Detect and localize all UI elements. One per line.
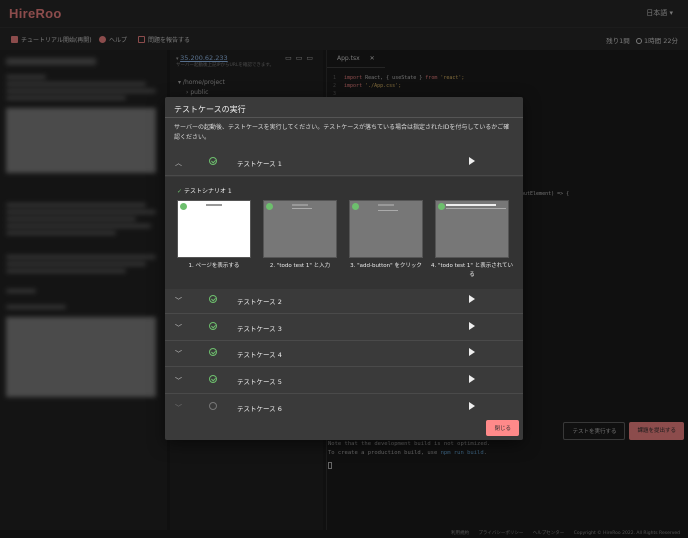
scenario-title-text: テストシナリオ 1 [183,188,232,195]
play-icon[interactable] [469,295,475,303]
test-run-modal: テストケースの実行 サーバーの起動後、テストケースを実行してください。テストケー… [165,97,523,440]
step-caption: 4. "todo test 1" と表示されている [430,263,514,278]
test-case-row[interactable]: ﹀ テストケース 2 [165,287,523,314]
test-case-label: テストケース 4 [237,351,282,359]
screenshot-content [378,204,394,206]
step-caption: 2. "todo test 1" と入力 [269,263,331,269]
step-caption: 3. "add-button" をクリック [350,263,422,269]
test-case-label: テストケース 1 [237,160,282,168]
check-circle-icon [438,203,445,210]
pending-circle-icon [209,402,217,410]
test-case-row[interactable]: ︿ テストケース 1 [165,149,523,176]
screenshot-content [446,208,506,209]
check-circle-icon [209,348,217,356]
step-screenshot[interactable] [435,200,509,258]
test-case-row[interactable]: ﹀ テストケース 5 [165,367,523,394]
chevron-down-icon[interactable]: ﹀ [175,349,182,359]
check-circle-icon [266,203,273,210]
check-icon: ✓ [177,188,184,195]
step-screenshot[interactable] [349,200,423,258]
chevron-down-icon[interactable]: ﹀ [175,296,182,306]
test-case-row[interactable]: ﹀ テストケース 6 [165,394,523,421]
step-screenshot[interactable] [263,200,337,258]
test-case-row[interactable]: ﹀ テストケース 3 [165,314,523,341]
chevron-up-icon[interactable]: ︿ [175,158,182,168]
check-circle-icon [209,322,217,330]
test-case-label: テストケース 6 [237,405,282,413]
chevron-down-icon[interactable]: ﹀ [175,323,182,333]
check-circle-icon [209,157,217,165]
step-caption: 1. ページを表示する [188,263,240,269]
screenshot-content [292,204,308,206]
modal-title: テストケースの実行 [174,105,246,114]
test-case-row[interactable]: ﹀ テストケース 4 [165,340,523,367]
play-icon[interactable] [469,157,475,165]
modal-description: サーバーの起動後、テストケースを実行してください。テストケースが落ちている場合は… [174,124,510,141]
screenshot-content [206,204,222,206]
step-screenshot[interactable] [177,200,251,258]
chevron-down-icon: ﹀ [175,404,182,412]
check-circle-icon [209,295,217,303]
play-icon[interactable] [469,322,475,330]
test-case-label: テストケース 2 [237,298,282,306]
screenshot-content [378,210,398,211]
scenario-title: ✓ テストシナリオ 1 [177,186,232,195]
close-button[interactable]: 閉じる [486,420,519,436]
screenshot-content [446,204,496,206]
divider [165,117,523,118]
play-icon[interactable] [469,402,475,410]
check-circle-icon [180,203,187,210]
play-icon[interactable] [469,348,475,356]
check-circle-icon [209,375,217,383]
play-icon[interactable] [469,375,475,383]
test-case-label: テストケース 5 [237,378,282,386]
screenshot-content [292,208,312,209]
check-circle-icon [352,203,359,210]
test-case-label: テストケース 3 [237,325,282,333]
chevron-down-icon[interactable]: ﹀ [175,376,182,386]
